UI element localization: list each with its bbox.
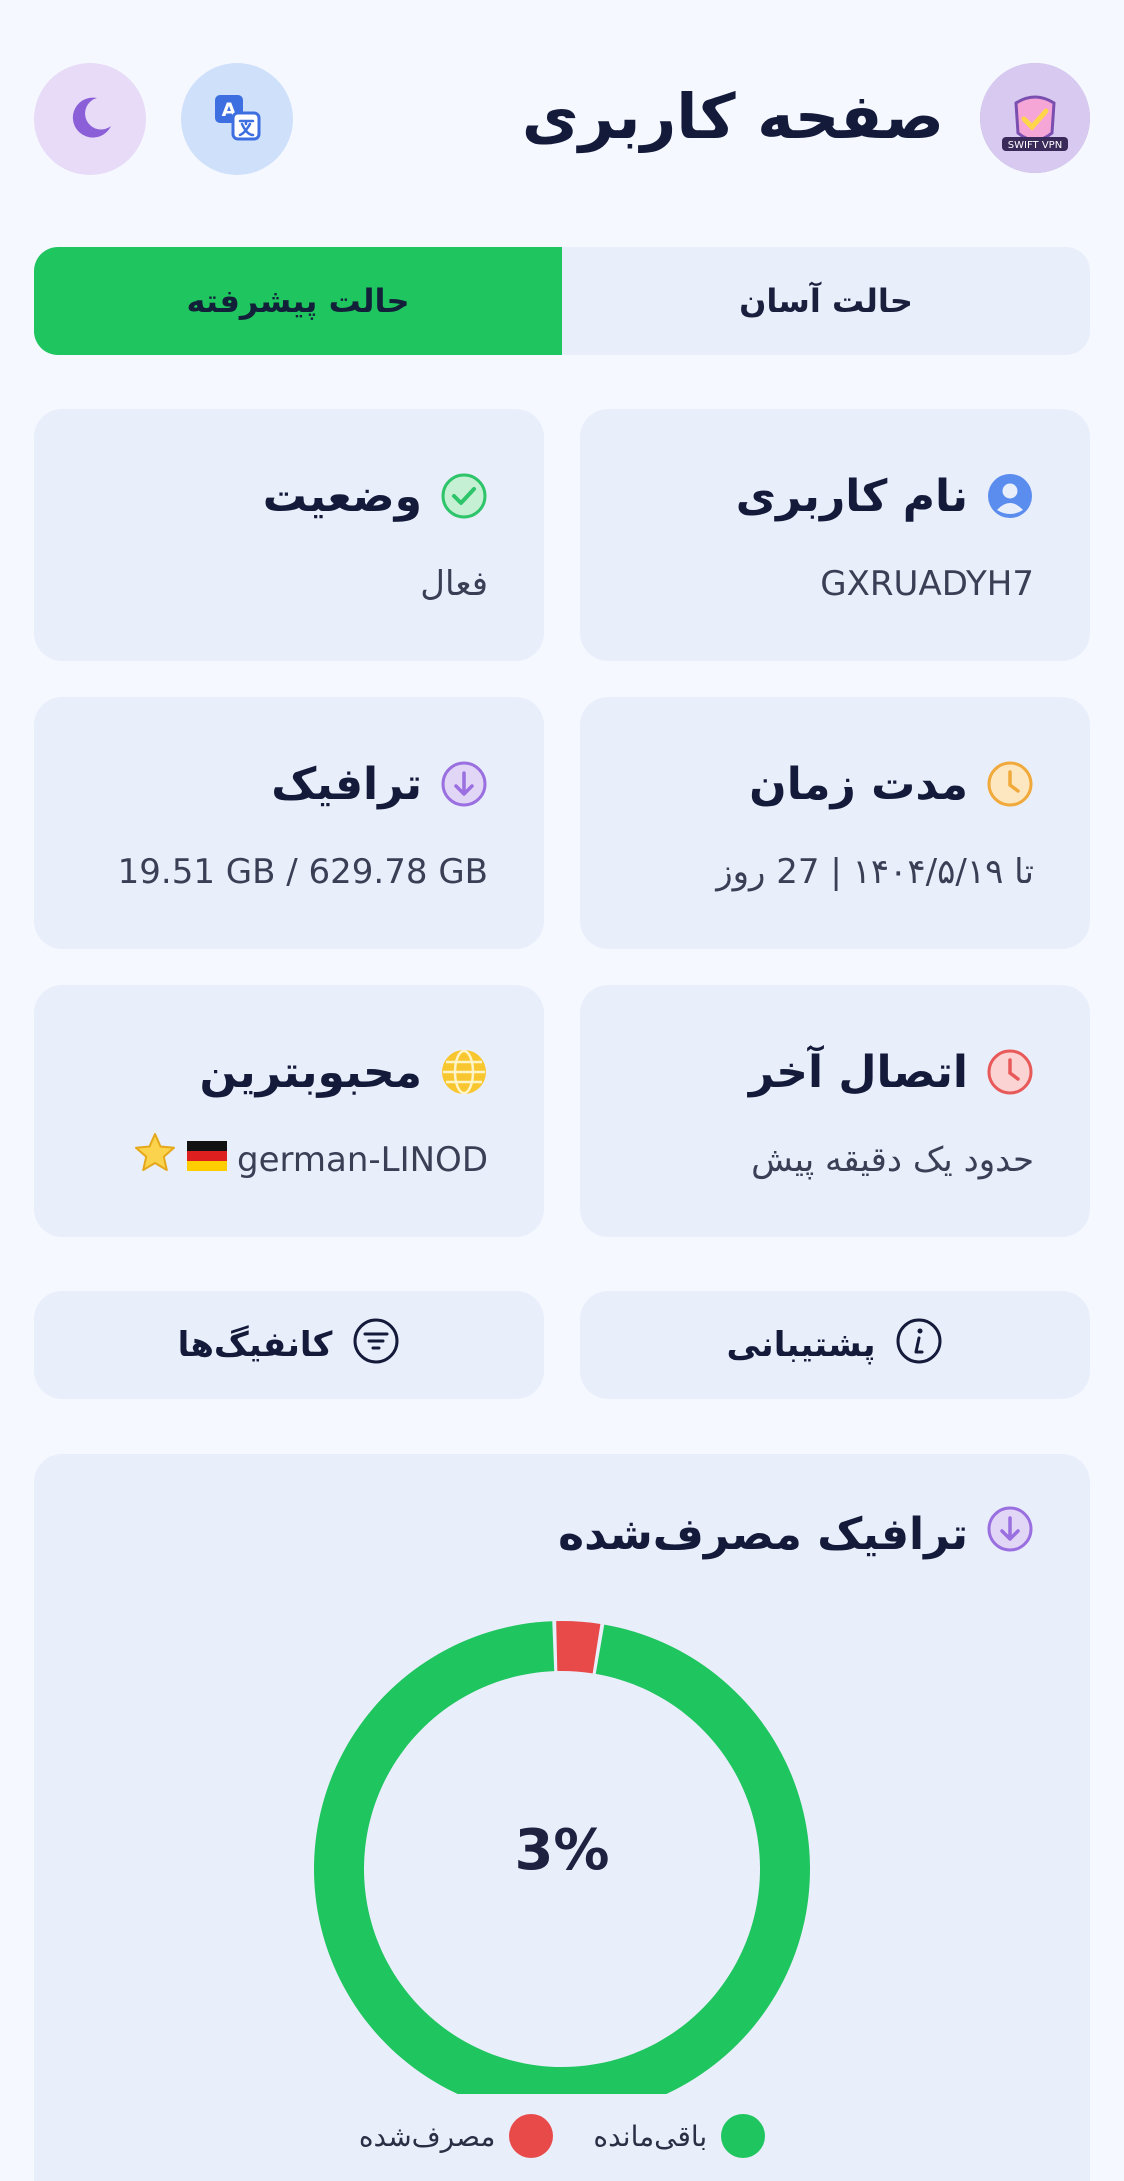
tab-advanced-mode[interactable]: حالت پیشرفته xyxy=(34,247,562,355)
info-icon xyxy=(895,1317,943,1374)
configs-label: کانفیگ‌ها xyxy=(177,1325,333,1365)
clock-icon xyxy=(986,760,1034,808)
legend-dot-remaining xyxy=(721,2114,766,2158)
check-circle-icon xyxy=(440,472,488,520)
username-card-title: نام کاربری xyxy=(736,461,1034,531)
favorite-server-name: german-LINOD xyxy=(237,1140,488,1180)
last-connection-card: اتصال آخر حدود یک دقیقه پیش xyxy=(580,985,1090,1237)
globe-icon xyxy=(440,1048,488,1096)
configs-button[interactable]: کانفیگ‌ها xyxy=(34,1291,544,1399)
support-label: پشتیبانی xyxy=(726,1325,876,1365)
legend-dot-used xyxy=(509,2114,554,2158)
duration-label: مدت زمان xyxy=(749,758,968,810)
last-connection-card-title: اتصال آخر xyxy=(749,1037,1034,1107)
traffic-value: 19.51 GB / 629.78 GB xyxy=(117,852,488,892)
clock-icon xyxy=(986,1048,1034,1096)
user-icon xyxy=(986,472,1034,520)
page-title: صفحه کاربری xyxy=(521,80,944,153)
favorite-server-card: محبوبترین german-LINOD xyxy=(34,985,544,1237)
app-logo: SWIFT VPN xyxy=(980,63,1090,173)
mode-toggle: حالت آسان حالت پیشرفته xyxy=(34,247,1090,355)
traffic-donut-chart: 3% xyxy=(314,1621,810,2094)
traffic-usage-card: ترافیک مصرف‌شده 3% باقی‌مانده مصرف‌شده xyxy=(34,1454,1090,2181)
username-card: نام کاربری GXRUADYH7 xyxy=(580,409,1090,661)
star-icon xyxy=(133,1131,177,1189)
username-label: نام کاربری xyxy=(735,470,968,522)
germany-flag-icon xyxy=(187,1135,227,1185)
translate-button[interactable]: A xyxy=(181,63,293,175)
favorite-value-row: german-LINOD xyxy=(133,1133,488,1185)
tab-easy-mode[interactable]: حالت آسان xyxy=(562,247,1090,355)
last-connection-value: حدود یک دقیقه پیش xyxy=(751,1140,1034,1180)
traffic-label: ترافیک xyxy=(271,758,422,810)
legend-label-remaining: باقی‌مانده xyxy=(593,2119,708,2153)
moon-icon xyxy=(63,90,117,148)
duration-value: تا ۱۴۰۴/۵/۱۹ | 27 روز xyxy=(716,852,1034,892)
svg-text:SWIFT VPN: SWIFT VPN xyxy=(1008,140,1062,151)
status-card: وضعیت فعال xyxy=(34,409,544,661)
favorite-card-title: محبوبترین xyxy=(200,1037,488,1107)
status-card-title: وضعیت xyxy=(263,461,488,531)
traffic-card: ترافیک 19.51 GB / 629.78 GB xyxy=(34,697,544,949)
duration-card-title: مدت زمان xyxy=(749,749,1034,819)
legend-item-remaining: باقی‌مانده xyxy=(593,2114,766,2158)
donut-center-label: 3% xyxy=(514,1818,609,1883)
status-value: فعال xyxy=(420,564,488,604)
theme-toggle-button[interactable] xyxy=(34,63,146,175)
legend-item-used: مصرف‌شده xyxy=(359,2114,554,2158)
header: SWIFT VPN صفحه کاربری A xyxy=(0,0,1124,240)
favorite-label: محبوبترین xyxy=(199,1046,422,1098)
chart-legend: باقی‌مانده مصرف‌شده xyxy=(34,2114,1090,2158)
support-button[interactable]: پشتیبانی xyxy=(580,1291,1090,1399)
status-label: وضعیت xyxy=(262,470,422,522)
username-value: GXRUADYH7 xyxy=(820,564,1034,604)
last-connection-label: اتصال آخر xyxy=(748,1046,968,1098)
download-icon xyxy=(440,760,488,808)
translate-icon: A xyxy=(211,91,263,147)
filter-icon xyxy=(352,1317,400,1374)
duration-card: مدت زمان تا ۱۴۰۴/۵/۱۹ | 27 روز xyxy=(580,697,1090,949)
donut-slice-used xyxy=(556,1621,601,1674)
legend-label-used: مصرف‌شده xyxy=(358,2119,496,2153)
traffic-card-title: ترافیک xyxy=(271,749,488,819)
